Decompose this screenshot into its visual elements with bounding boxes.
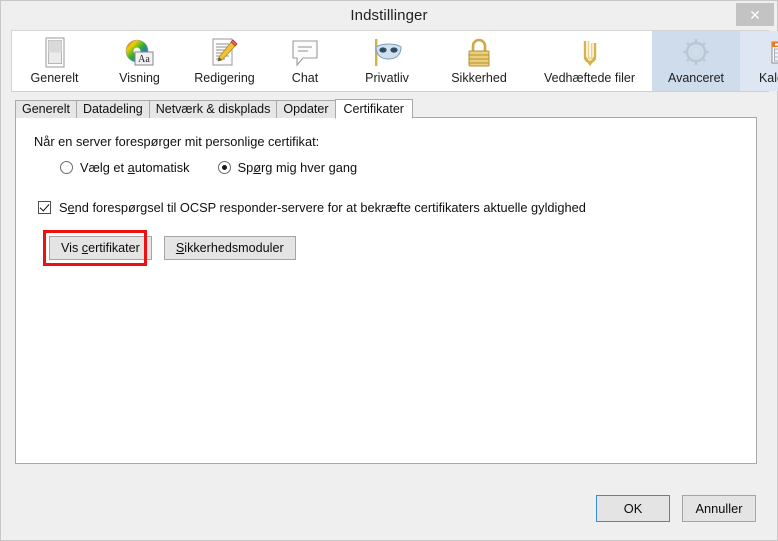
radio-label: Spørg mig hver gang: [237, 160, 358, 175]
toolbar-label: Visning: [119, 71, 160, 85]
sikkerhedsmoduler-button[interactable]: Sikkerhedsmoduler: [163, 236, 296, 260]
tab-label: Opdater: [283, 102, 329, 117]
tab-label: Generelt: [22, 102, 70, 117]
toolbar-label: Generelt: [30, 71, 79, 85]
tab-opdater[interactable]: Opdater: [276, 100, 336, 118]
svg-text:Aa: Aa: [138, 54, 150, 65]
tab-label: Certifikater: [343, 101, 404, 116]
pencil-document-icon: [209, 36, 241, 69]
vis-certifikater-button[interactable]: Vis certifikater: [49, 236, 152, 260]
title-bar: Indstillinger ✕: [1, 1, 777, 30]
toolbar-label: Avanceret: [667, 71, 725, 85]
window-title: Indstillinger: [350, 7, 428, 24]
button-label: Annuller: [695, 501, 743, 516]
toolbar-label: Sikkerhed: [451, 71, 507, 85]
toolbar-item-kalender[interactable]: Kalender: [740, 31, 778, 91]
toolbar-item-avanceret[interactable]: Avanceret: [652, 31, 740, 91]
toolbar-label: Privatliv: [365, 71, 409, 85]
toolbar-item-privatliv[interactable]: Privatliv: [343, 31, 431, 91]
radio-indicator: [217, 161, 231, 174]
dialog-footer: OK Annuller: [1, 495, 778, 522]
padlock-icon: [464, 36, 494, 69]
toolbar-item-vedhaeftede-filer[interactable]: Vedhæftede filer: [527, 31, 652, 91]
radio-indicator: [60, 161, 73, 174]
cancel-button[interactable]: Annuller: [682, 495, 756, 522]
tab-netvaerk-diskplads[interactable]: Netværk & diskplads: [148, 100, 278, 118]
tab-datadeling[interactable]: Datadeling: [75, 100, 150, 118]
checkbox-ocsp-responder[interactable]: Send forespørgsel til OCSP responder-ser…: [38, 200, 586, 215]
toolbar-item-chat[interactable]: Chat: [267, 31, 343, 91]
panel-heading: Når en server forespørger mit personlige…: [34, 134, 320, 149]
certifikater-panel: Når en server forespørger mit personlige…: [15, 117, 757, 464]
speech-bubble-icon: [290, 36, 320, 69]
button-label: Sikkerhedsmoduler: [175, 241, 284, 255]
radio-spoerg-mig-hver-gang[interactable]: Spørg mig hver gang: [217, 160, 358, 175]
certificate-selection-radio-group: Vælg et automatisk Spørg mig hver gang: [60, 160, 357, 175]
mask-icon: [370, 36, 404, 69]
tab-generelt[interactable]: Generelt: [15, 100, 77, 118]
settings-category-toolbar: Generelt Aa Visning Redigering Chat Priv…: [11, 30, 778, 92]
gear-icon: [680, 36, 712, 69]
radio-label: Vælg et automatisk: [80, 160, 190, 175]
toolbar-item-visning[interactable]: Aa Visning: [97, 31, 182, 91]
tab-label: Datadeling: [82, 102, 143, 117]
radio-vaelg-et-automatisk[interactable]: Vælg et automatisk: [60, 160, 190, 175]
toolbar-label: Redigering: [194, 71, 255, 85]
tab-certifikater[interactable]: Certifikater: [334, 99, 413, 119]
document-blank-icon: [42, 36, 68, 69]
ok-button[interactable]: OK: [596, 495, 670, 522]
checkbox-indicator: [38, 201, 51, 214]
close-icon: ✕: [749, 6, 761, 23]
checkbox-label: Send forespørgsel til OCSP responder-ser…: [59, 200, 586, 215]
toolbar-label: Vedhæftede filer: [543, 71, 636, 85]
close-button[interactable]: ✕: [736, 3, 774, 26]
toolbar-item-sikkerhed[interactable]: Sikkerhed: [431, 31, 527, 91]
toolbar-item-redigering[interactable]: Redigering: [182, 31, 267, 91]
certificate-actions-row: Vis certifikater Sikkerhedsmoduler: [49, 236, 296, 260]
color-wheel-aa-icon: Aa: [123, 36, 157, 69]
toolbar-item-generelt[interactable]: Generelt: [12, 31, 97, 91]
button-label: OK: [623, 501, 643, 516]
toolbar-label: Kalender: [758, 71, 778, 85]
paperclip-icon: [577, 36, 603, 69]
calendar-icon: [769, 36, 778, 69]
settings-tab-strip: Generelt Datadeling Netværk & diskplads …: [15, 99, 413, 119]
toolbar-label: Chat: [291, 71, 319, 85]
settings-dialog-window: Indstillinger ✕ Generelt Aa Visning Redi…: [0, 0, 778, 541]
tab-label: Netværk & diskplads: [155, 102, 271, 117]
button-label: Vis certifikater: [61, 241, 140, 255]
